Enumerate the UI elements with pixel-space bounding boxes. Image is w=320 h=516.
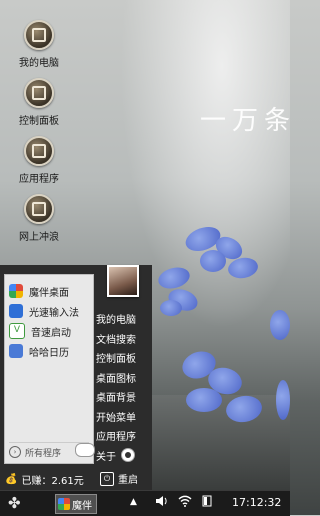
start-menu-app-launcher[interactable]: V 音速启动 [5,321,93,341]
link-desktop-icons[interactable]: 桌面图标 [96,370,152,390]
start-menu-apps-panel: 魔伴桌面 光速输入法 V 音速启动 哈哈日历 › 所有程序 [4,274,95,464]
clock[interactable]: 17:12:32 [232,496,281,509]
app-label: 光速输入法 [29,307,79,319]
control-panel-icon [24,78,54,108]
earned-label: 已赚：2.61元 [21,476,84,487]
calendar-icon [9,344,23,358]
desktop-icon-label: 控制面板 [19,116,59,127]
taskbar: ✤ 魔伴 ▲ 17:12:32 [0,490,290,516]
arrow-right-icon: › [9,446,21,458]
link-applications[interactable]: 应用程序 [96,428,152,448]
wifi-icon[interactable] [178,495,192,510]
desktop-icon-apps[interactable]: 应用程序 [9,136,69,185]
link-my-computer[interactable]: 我的电脑 [96,311,152,331]
desktop-icon-my-computer[interactable]: 我的电脑 [9,20,69,69]
start-menu: 魔伴桌面 光速输入法 V 音速启动 哈哈日历 › 所有程序 我的电脑 文档搜索 … [0,265,152,490]
tray-expand-icon[interactable]: ▲ [130,497,137,507]
all-programs-label: 所有程序 [25,448,62,459]
taskbar-app-label: 魔伴 [72,500,92,512]
desktop-icon-control-panel[interactable]: 控制面板 [9,78,69,127]
input-method-icon [9,304,23,318]
link-document-search[interactable]: 文档搜索 [96,331,152,351]
battery-icon[interactable] [200,495,214,510]
link-start-menu[interactable]: 开始菜单 [96,409,152,429]
volume-icon[interactable] [155,495,169,510]
app-label: 音速启动 [31,327,71,339]
globe-icon [24,194,54,224]
launcher-icon: V [9,323,25,339]
desktop-icon-label: 网上冲浪 [19,232,59,243]
computer-icon [24,20,54,50]
about-toggle-icon[interactable] [121,448,135,462]
moban-app-icon [58,498,70,510]
moban-desktop-icon [9,284,23,298]
desktop-icon-label: 应用程序 [19,174,59,185]
earned-status: 💰 已赚：2.61元 [5,472,84,487]
start-menu-app-input-method[interactable]: 光速输入法 [5,301,93,321]
wallpaper-text: 一万条 [200,106,297,136]
start-menu-links: 我的电脑 文档搜索 控制面板 桌面图标 桌面背景 开始菜单 应用程序 关于 [96,311,152,467]
restart-button[interactable]: ⏻ 重启 [100,471,138,486]
restart-label: 重启 [118,475,138,486]
all-programs-toggle[interactable] [75,443,95,457]
app-label: 魔伴桌面 [29,287,69,299]
start-button[interactable]: ✤ [8,496,21,511]
taskbar-app-moban[interactable]: 魔伴 [55,494,97,514]
money-bag-icon: 💰 [5,474,18,485]
desktop-icon-internet[interactable]: 网上冲浪 [9,194,69,243]
wallpaper-ground [150,395,290,490]
apps-icon [24,136,54,166]
power-icon: ⏻ [100,471,114,486]
app-label: 哈哈日历 [29,347,69,359]
link-desktop-background[interactable]: 桌面背景 [96,389,152,409]
desktop-icon-label: 我的电脑 [19,58,59,69]
start-menu-app-calendar[interactable]: 哈哈日历 [5,341,93,361]
link-control-panel[interactable]: 控制面板 [96,350,152,370]
start-menu-app-mobanzhuomian[interactable]: 魔伴桌面 [5,281,93,301]
user-avatar[interactable] [107,265,139,297]
